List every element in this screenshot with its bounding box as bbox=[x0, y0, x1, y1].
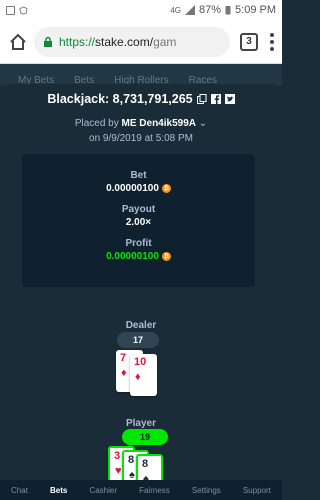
network-label: 4G bbox=[170, 5, 181, 15]
background-tabs: My Bets Bets High Rollers Races bbox=[0, 64, 282, 86]
url-host: stake.com/ bbox=[95, 34, 154, 49]
address-bar[interactable]: https://stake.com/gam bbox=[34, 26, 230, 57]
bet-value: 0.00000100 bbox=[106, 183, 159, 194]
battery-icon bbox=[225, 6, 231, 15]
card-rank: 3 bbox=[114, 450, 121, 462]
gallery-icon bbox=[6, 5, 15, 15]
more-menu-icon[interactable] bbox=[270, 32, 274, 51]
tab-switcher-button[interactable]: 3 bbox=[240, 32, 258, 51]
profit-value: 0.00000100 bbox=[106, 251, 159, 262]
card-rank: 7 bbox=[120, 352, 127, 364]
diamond-icon: ♦ bbox=[121, 367, 127, 379]
nav-settings[interactable]: Settings bbox=[192, 486, 221, 495]
twitter-icon[interactable] bbox=[224, 94, 235, 104]
dealer-total-badge: 17 bbox=[117, 332, 159, 348]
battery-percent: 87% bbox=[199, 4, 222, 16]
status-bar: 4G 87% 5:09 PM bbox=[0, 0, 282, 20]
copy-icon[interactable] bbox=[196, 94, 207, 104]
url-scheme: https:// bbox=[59, 34, 96, 49]
bitcoin-icon: ₿ bbox=[161, 184, 171, 193]
card-rank: 8 bbox=[128, 454, 135, 466]
nav-fairness[interactable]: Fairness bbox=[139, 486, 170, 495]
shield-icon bbox=[19, 5, 28, 15]
profit-amount: 0.00000100 ₿ bbox=[22, 251, 255, 262]
dealer-label: Dealer bbox=[125, 320, 157, 331]
profit-label: Profit bbox=[125, 238, 152, 249]
bitcoin-icon: ₿ bbox=[161, 252, 171, 261]
nav-bets[interactable]: Bets bbox=[50, 486, 67, 495]
payout-value: 2.00× bbox=[125, 217, 152, 228]
payout-label: Payout bbox=[121, 204, 156, 215]
heart-icon: ♥ bbox=[115, 465, 122, 477]
bottom-nav: Chat Bets Cashier Fairness Settings Supp… bbox=[0, 480, 282, 500]
spade-icon: ♠ bbox=[143, 473, 149, 480]
nav-cashier[interactable]: Cashier bbox=[89, 486, 117, 495]
placed-date: on 9/9/2019 at 5:08 PM bbox=[89, 133, 193, 144]
nav-support[interactable]: Support bbox=[243, 486, 271, 495]
player-card: 8 ♠ bbox=[136, 454, 163, 480]
card-rank: 8 bbox=[142, 458, 149, 470]
clock: 5:09 PM bbox=[235, 4, 276, 16]
username-link[interactable]: ME Den4ik599A bbox=[122, 118, 196, 129]
bet-detail-modal: Blackjack: 8,731,791,265 Placed by ME De… bbox=[6, 84, 276, 480]
bet-label: Bet bbox=[130, 170, 147, 181]
card-rank: 10 bbox=[134, 356, 147, 368]
bet-stats-panel: Bet 0.00000100 ₿ Payout 2.00× Profit 0.0… bbox=[22, 154, 255, 287]
lock-icon bbox=[44, 36, 52, 47]
url-path: gam bbox=[153, 34, 177, 49]
placed-by-label: Placed by bbox=[74, 118, 119, 129]
placed-info: Placed by ME Den4ik599A ⌄ on 9/9/2019 at… bbox=[6, 116, 276, 146]
dealer-card: 10 ♦ bbox=[130, 354, 157, 396]
home-icon[interactable] bbox=[8, 32, 28, 52]
player-total-badge: 19 bbox=[122, 429, 168, 445]
signal-icon bbox=[185, 5, 195, 15]
facebook-icon[interactable] bbox=[210, 94, 221, 104]
spade-icon: ♠ bbox=[129, 469, 135, 480]
chevron-down-icon[interactable]: ⌄ bbox=[199, 118, 207, 129]
bet-title: Blackjack: 8,731,791,265 bbox=[47, 92, 193, 106]
browser-toolbar: https://stake.com/gam 3 bbox=[0, 20, 282, 64]
diamond-icon: ♦ bbox=[135, 371, 141, 383]
bet-amount: 0.00000100 ₿ bbox=[22, 183, 255, 194]
player-label: Player bbox=[125, 418, 157, 429]
modal-header: Blackjack: 8,731,791,265 bbox=[6, 88, 276, 110]
nav-chat[interactable]: Chat bbox=[11, 486, 28, 495]
